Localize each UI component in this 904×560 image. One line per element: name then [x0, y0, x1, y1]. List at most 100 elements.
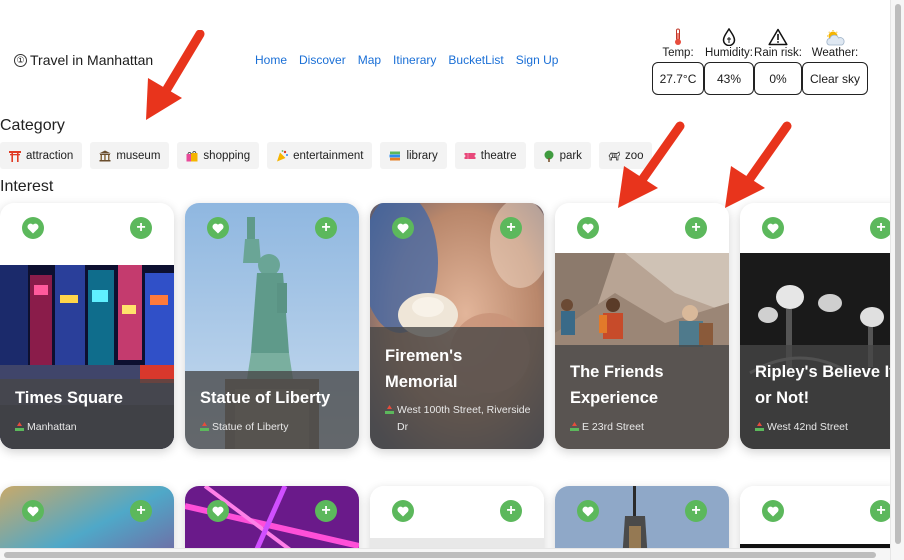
humidity-value: 43%	[704, 62, 754, 95]
party-icon	[276, 149, 289, 162]
category-library[interactable]: library	[380, 142, 447, 169]
like-button[interactable]	[207, 500, 229, 522]
category-label: library	[406, 149, 438, 162]
page: ① Travel in Manhattan Home Discover Map …	[0, 0, 904, 560]
category-park[interactable]: park	[533, 142, 591, 169]
books-icon	[389, 150, 401, 162]
like-button[interactable]	[577, 217, 599, 239]
add-button[interactable]: +	[685, 500, 707, 522]
heart-icon	[397, 223, 409, 233]
add-button[interactable]: +	[315, 500, 337, 522]
card-title: Statue of Liberty	[200, 389, 331, 407]
category-label: entertainment	[293, 149, 364, 162]
add-button[interactable]: +	[130, 217, 152, 239]
category-attraction[interactable]: attraction	[0, 142, 83, 169]
add-button[interactable]: +	[870, 217, 892, 239]
add-button[interactable]: +	[500, 500, 522, 522]
category-label: zoo	[624, 149, 644, 162]
weather-value: Clear sky	[802, 62, 868, 95]
heart-icon	[212, 506, 224, 516]
like-button[interactable]	[207, 217, 229, 239]
rain-label: Rain risk:	[754, 47, 802, 59]
category-list: attraction museum shopping entertainment…	[0, 142, 653, 169]
add-button[interactable]: +	[870, 500, 892, 522]
heart-icon	[212, 223, 224, 233]
add-button[interactable]: +	[130, 500, 152, 522]
card-location-text: Statue of Liberty	[212, 421, 289, 433]
heart-icon	[767, 223, 779, 233]
vertical-scroll-thumb[interactable]	[895, 4, 901, 544]
category-label: theatre	[480, 149, 517, 162]
weather-humidity: Humidity: 43%	[704, 24, 754, 95]
brand[interactable]: ① Travel in Manhattan	[14, 52, 153, 68]
nav-discover[interactable]: Discover	[299, 53, 346, 67]
card-location: West 100th Street, Riverside Dr	[385, 402, 536, 436]
card-title: Firemen's Memorial	[385, 347, 463, 391]
interest-card[interactable]: + Firemen's Memorial West 100th Street, …	[370, 203, 544, 449]
weather-temp: Temp: 27.7°C	[652, 24, 704, 95]
nav-bucketlist[interactable]: BucketList	[448, 53, 503, 67]
category-zoo[interactable]: zoo	[598, 142, 653, 169]
interest-heading: Interest	[0, 178, 54, 195]
interest-card[interactable]: + Statue of Liberty Statue of Liberty	[185, 203, 359, 449]
like-button[interactable]	[762, 500, 784, 522]
sun-behind-cloud-icon	[824, 24, 846, 46]
nav-map[interactable]: Map	[358, 53, 381, 67]
category-entertainment[interactable]: entertainment	[267, 142, 373, 169]
interest-card[interactable]: + Ripley's Believe It or Not! West 42nd …	[740, 203, 904, 449]
category-theatre[interactable]: theatre	[454, 142, 526, 169]
nav-home[interactable]: Home	[255, 53, 287, 67]
card-location: Manhattan	[15, 419, 166, 436]
card-location-text: E 23rd Street	[582, 421, 644, 433]
like-button[interactable]	[22, 217, 44, 239]
heart-icon	[582, 506, 594, 516]
vertical-scrollbar[interactable]	[890, 0, 904, 560]
add-button[interactable]: +	[685, 217, 707, 239]
museum-icon	[99, 150, 112, 162]
like-button[interactable]	[762, 217, 784, 239]
category-label: attraction	[26, 149, 74, 162]
like-button[interactable]	[392, 500, 414, 522]
pin-icon	[15, 422, 24, 431]
water-drop-icon	[722, 24, 736, 46]
horizontal-scroll-thumb[interactable]	[4, 552, 876, 558]
card-location-text: Manhattan	[27, 421, 77, 433]
heart-icon	[27, 223, 39, 233]
weather-condition: Weather: Clear sky	[802, 24, 868, 95]
rain-value: 0%	[754, 62, 802, 95]
like-button[interactable]	[392, 217, 414, 239]
card-title: Times Square	[15, 389, 123, 407]
card-title: Ripley's Believe It or Not!	[755, 363, 895, 407]
add-button[interactable]: +	[500, 217, 522, 239]
add-button[interactable]: +	[315, 217, 337, 239]
category-museum[interactable]: museum	[90, 142, 170, 169]
weather-label: Weather:	[811, 47, 859, 59]
category-heading: Category	[0, 117, 65, 134]
card-location: Statue of Liberty	[200, 419, 351, 436]
heart-icon	[582, 223, 594, 233]
card-location: E 23rd Street	[570, 419, 721, 436]
temp-label: Temp:	[662, 47, 694, 59]
heart-icon	[397, 506, 409, 516]
horizontal-scrollbar[interactable]	[0, 548, 890, 560]
nav-itinerary[interactable]: Itinerary	[393, 53, 436, 67]
pin-icon	[570, 422, 579, 431]
brand-title: Travel in Manhattan	[30, 52, 154, 68]
interest-card[interactable]: + The Friends Experience E 23rd Street	[555, 203, 729, 449]
zebra-icon	[608, 150, 620, 162]
pin-icon	[200, 422, 209, 431]
like-button[interactable]	[22, 500, 44, 522]
thermometer-icon	[673, 24, 683, 46]
weather-rain: Rain risk: 0%	[754, 24, 802, 95]
category-label: museum	[116, 149, 161, 162]
category-label: shopping	[203, 149, 251, 162]
nav-sign-up[interactable]: Sign Up	[516, 53, 559, 67]
interest-cards: + Times Square Manhattan + Statue of Lib…	[0, 203, 904, 453]
like-button[interactable]	[577, 500, 599, 522]
interest-card[interactable]: + Times Square Manhattan	[0, 203, 174, 449]
heart-icon	[27, 506, 39, 516]
annotation-arrow-icon	[146, 30, 205, 120]
category-shopping[interactable]: shopping	[177, 142, 260, 169]
shopping-bags-icon	[186, 150, 198, 162]
card-location: West 42nd Street	[755, 419, 896, 436]
